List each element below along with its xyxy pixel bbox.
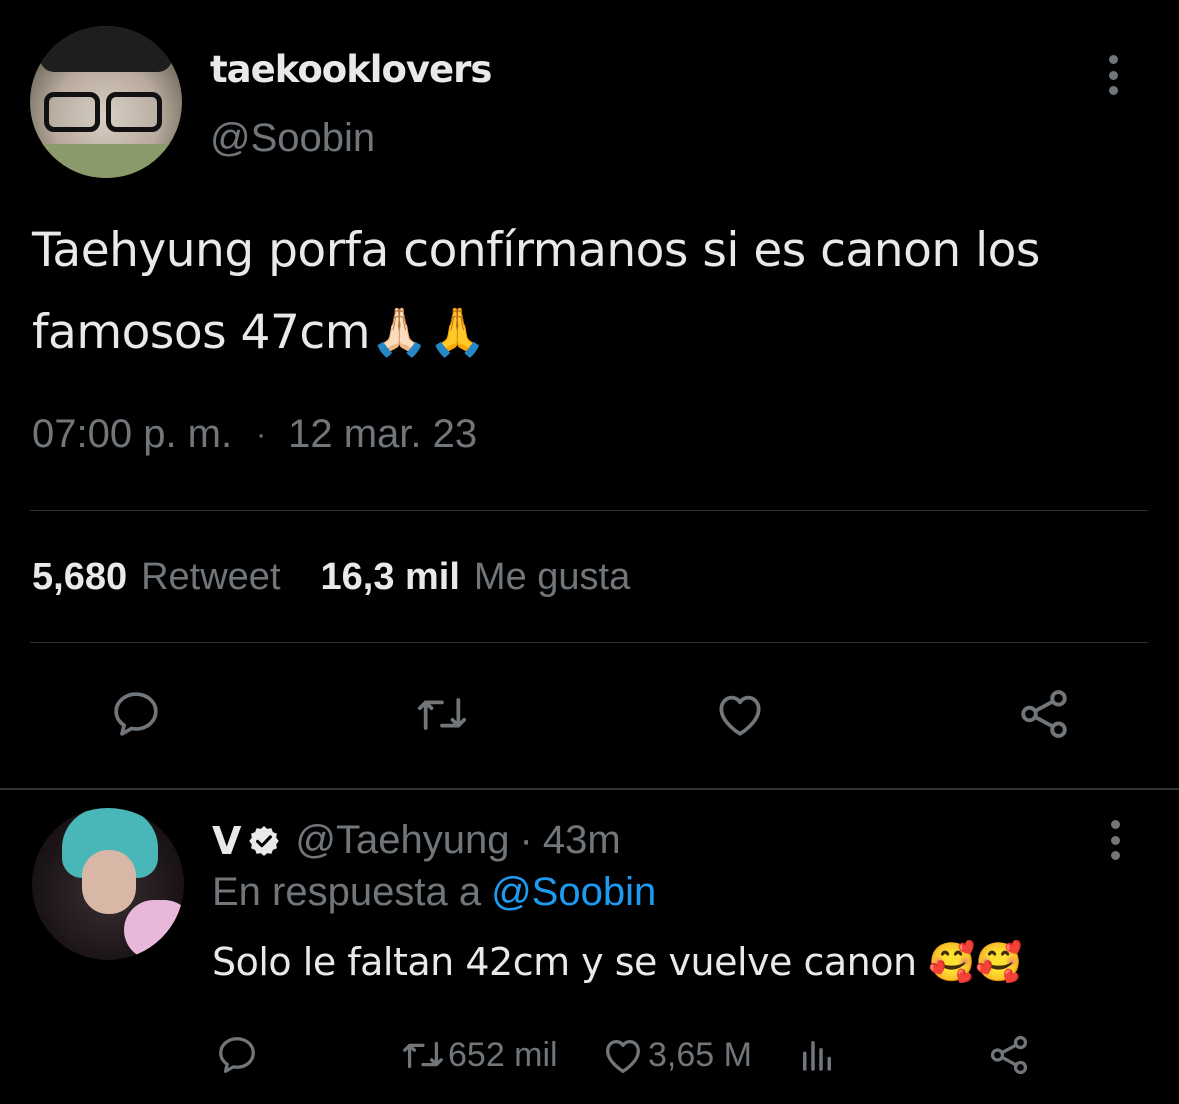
in-reply-to: En respuesta a @Soobin <box>212 870 656 915</box>
more-icon[interactable] <box>1108 55 1118 95</box>
meta-separator: · <box>256 417 267 451</box>
divider <box>30 642 1148 643</box>
retweet-button[interactable] <box>412 684 472 744</box>
reply-likes-count: 3,65 M <box>648 1035 752 1074</box>
retweets-label[interactable]: Retweet <box>141 556 280 599</box>
reply-text: Solo le faltan 42cm y se vuelve canon 🥰🥰 <box>212 940 1022 985</box>
analytics-icon <box>803 1041 831 1071</box>
reply-text-body: Solo le faltan 42cm y se vuelve canon <box>212 940 917 984</box>
smiling-hearts-emoji: 🥰🥰 <box>928 940 1022 984</box>
reply-time[interactable]: 43m <box>543 818 621 863</box>
tweet-text-line2-text: famosos 47cm <box>32 305 371 360</box>
tweet-actions <box>0 684 1179 744</box>
like-icon <box>606 1039 640 1073</box>
author-handle[interactable]: @Soobin <box>210 116 375 161</box>
in-reply-mention[interactable]: @Soobin <box>491 870 656 914</box>
share-icon <box>990 1035 1028 1075</box>
tweet-stats: 5,680 Retweet 16,3 mil Me gusta <box>32 556 670 599</box>
reply-retweet-button[interactable]: 652 mil <box>400 1030 558 1080</box>
tweet-timestamp: 07:00 p. m. · 12 mar. 23 <box>32 412 477 457</box>
reply-retweets-count: 652 mil <box>448 1035 558 1074</box>
praying-hands-emoji: 🙏🏻🙏 <box>370 305 487 360</box>
like-icon <box>719 695 761 736</box>
reply-display-name[interactable]: V <box>212 819 241 863</box>
reply-icon <box>114 692 158 736</box>
tweet-time[interactable]: 07:00 p. m. <box>32 412 232 457</box>
reply-handle[interactable]: @Taehyung <box>295 818 509 863</box>
reply-icon <box>219 1037 255 1073</box>
tweet-date[interactable]: 12 mar. 23 <box>288 412 477 457</box>
more-icon[interactable] <box>1110 820 1120 860</box>
reply-share-button[interactable] <box>986 1030 1032 1080</box>
share-icon <box>1021 690 1067 738</box>
share-button[interactable] <box>1014 684 1074 744</box>
reply-button[interactable] <box>106 684 166 744</box>
likes-label[interactable]: Me gusta <box>474 556 630 599</box>
reply-header: V @Taehyung · 43m <box>212 818 621 863</box>
author-display-name[interactable]: taekooklovers <box>210 48 492 91</box>
divider <box>30 510 1148 511</box>
main-tweet: taekooklovers @Soobin Taehyung porfa con… <box>0 0 1179 788</box>
reply-tweet[interactable]: V @Taehyung · 43m En respuesta a @Soobin … <box>0 790 1179 1104</box>
retweets-count[interactable]: 5,680 <box>32 556 127 599</box>
reply-analytics-button[interactable] <box>796 1030 838 1080</box>
verified-badge-icon <box>247 824 281 858</box>
reply-separator: · <box>519 818 533 862</box>
retweet-icon <box>417 698 467 730</box>
tweet-text-line2: famosos 47cm🙏🏻🙏 <box>32 292 1152 374</box>
tweet-text-line1: Taehyung porfa confírmanos si es canon l… <box>32 223 1040 278</box>
in-reply-prefix: En respuesta a <box>212 870 482 914</box>
author-avatar[interactable] <box>30 26 182 178</box>
reply-like-button[interactable]: 3,65 M <box>600 1030 752 1080</box>
retweet-icon <box>403 1041 443 1069</box>
tweet-text: Taehyung porfa confírmanos si es canon l… <box>32 210 1152 374</box>
like-button[interactable] <box>710 684 770 744</box>
likes-count[interactable]: 16,3 mil <box>321 556 460 599</box>
reply-actions: 652 mil 3,65 M <box>0 1030 1179 1080</box>
reply-reply-button[interactable] <box>214 1030 260 1080</box>
reply-author-avatar[interactable] <box>32 808 184 960</box>
